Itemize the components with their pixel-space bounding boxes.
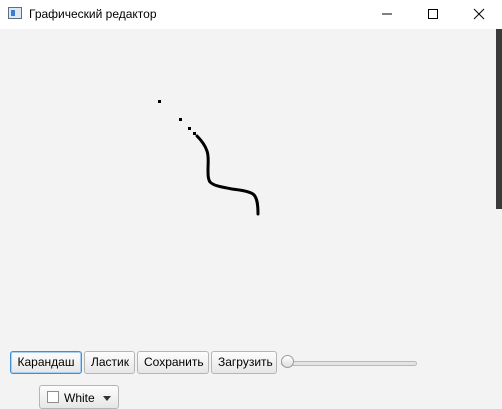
drawing-surface xyxy=(158,100,260,216)
title-bar: Графический редактор xyxy=(0,0,502,29)
eraser-button[interactable]: Ластик xyxy=(84,351,135,374)
maximize-button[interactable] xyxy=(410,0,456,29)
color-picker[interactable]: White xyxy=(39,385,119,409)
close-icon xyxy=(473,8,485,20)
app-window-icon xyxy=(8,7,22,19)
load-button[interactable]: Загрузить xyxy=(211,351,277,374)
window-title: Графический редактор xyxy=(29,7,157,21)
stroke-dot xyxy=(179,118,182,121)
chevron-down-icon xyxy=(103,396,111,401)
window-edge xyxy=(496,29,502,209)
stroke-dot xyxy=(158,100,161,103)
color-picker-label: White xyxy=(64,391,95,405)
minimize-icon xyxy=(382,13,392,15)
stroke-dot xyxy=(188,127,191,130)
pencil-button[interactable]: Карандаш xyxy=(10,351,82,374)
save-button[interactable]: Сохранить xyxy=(137,351,209,374)
minimize-button[interactable] xyxy=(364,0,410,29)
maximize-icon xyxy=(428,9,438,19)
pencil-stroke xyxy=(195,134,260,216)
color-swatch xyxy=(47,391,59,403)
brush-size-slider[interactable] xyxy=(281,355,417,371)
stroke-dot xyxy=(193,132,196,135)
slider-thumb[interactable] xyxy=(281,355,294,368)
drawing-canvas[interactable] xyxy=(0,29,497,344)
close-button[interactable] xyxy=(456,0,502,29)
slider-track[interactable] xyxy=(281,361,417,366)
